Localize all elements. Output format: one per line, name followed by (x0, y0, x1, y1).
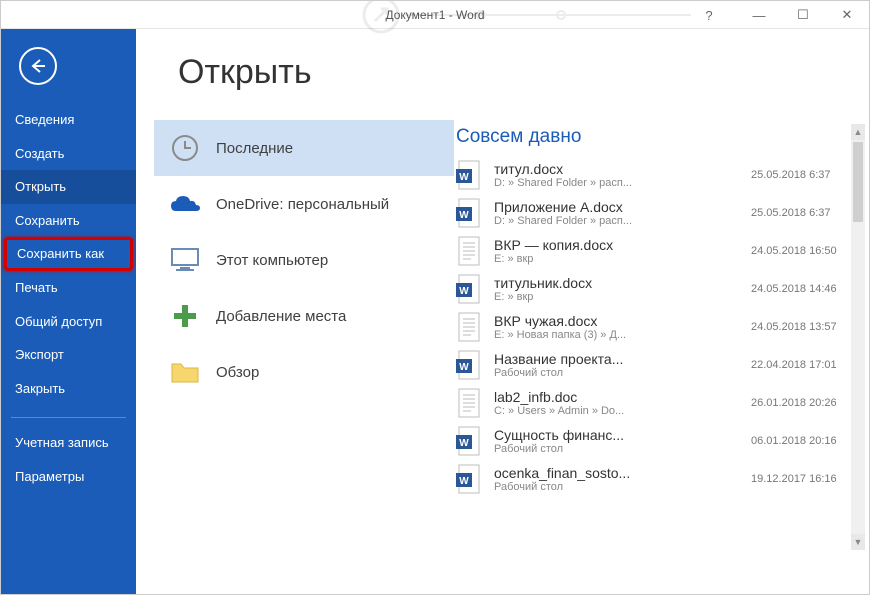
sidebar-item-1[interactable]: Создать (1, 137, 136, 171)
location-list: Последние OneDrive: персональный Этот комп… (154, 120, 454, 586)
file-path: D: » Shared Folder » расп... (494, 177, 743, 189)
word-docx-icon: W (456, 426, 484, 456)
onedrive-icon (168, 187, 202, 221)
file-name: ВКР — копия.docx (494, 237, 743, 253)
scroll-thumb[interactable] (853, 142, 863, 222)
computer-icon (168, 243, 202, 277)
file-date: 06.01.2018 20:16 (751, 435, 851, 447)
arrow-left-icon (28, 56, 48, 76)
file-name: Приложение А.docx (494, 199, 743, 215)
sidebar-item-8[interactable]: Закрыть (1, 372, 136, 406)
file-row-5[interactable]: W Название проекта...Рабочий стол 22.04.20… (454, 346, 851, 384)
location-label: Добавление места (216, 308, 346, 325)
word-docx-icon: W (456, 160, 484, 190)
file-row-2[interactable]: ВКР — копия.docxE: » вкр 24.05.2018 16:50 (454, 232, 851, 270)
sidebar-item-7[interactable]: Экспорт (1, 338, 136, 372)
plus-icon (168, 299, 202, 333)
file-date: 25.05.2018 6:37 (751, 207, 851, 219)
sidebar-item-5[interactable]: Печать (1, 271, 136, 305)
file-path: Рабочий стол (494, 367, 743, 379)
page-title: Открыть (178, 53, 869, 92)
word-docx-icon: W (456, 350, 484, 380)
file-date: 19.12.2017 16:16 (751, 473, 851, 485)
document-title: Документ1 - Word (385, 8, 484, 22)
backstage-main: Открыть Последние OneDrive: персональный Э… (136, 29, 869, 594)
document-icon (456, 236, 484, 266)
svg-text:W: W (459, 476, 469, 487)
clock-icon (168, 131, 202, 165)
file-row-1[interactable]: W Приложение А.docxD: » Shared Folder » р… (454, 194, 851, 232)
file-name: ocenka_finan_sosto... (494, 465, 743, 481)
file-date: 24.05.2018 16:50 (751, 245, 851, 257)
recent-file-list: Wтитул.docxD: » Shared Folder » расп...2… (454, 156, 851, 498)
sidebar-item-3[interactable]: Сохранить (1, 204, 136, 238)
folder-icon (168, 355, 202, 389)
file-name: титульник.docx (494, 275, 743, 291)
location-item-2[interactable]: Этот компьютер (154, 232, 454, 288)
file-path: C: » Users » Admin » Do... (494, 405, 743, 417)
svg-text:W: W (459, 362, 469, 373)
document-icon (456, 388, 484, 418)
sidebar-item-0[interactable]: Сведения (1, 103, 136, 137)
sidebar-item-2[interactable]: Открыть (1, 170, 136, 204)
file-name: Название проекта... (494, 351, 743, 367)
location-item-0[interactable]: Последние (154, 120, 454, 176)
scroll-up-arrow[interactable]: ▲ (851, 124, 865, 140)
document-icon (456, 312, 484, 342)
location-label: OneDrive: персональный (216, 196, 389, 213)
file-path: E: » вкр (494, 253, 743, 265)
file-path: E: » Новая папка (3) » Д... (494, 329, 743, 341)
svg-text:W: W (459, 210, 469, 221)
help-button[interactable]: ? (689, 8, 729, 23)
word-docx-icon: W (456, 274, 484, 304)
file-date: 24.05.2018 13:57 (751, 321, 851, 333)
back-button[interactable] (19, 47, 57, 85)
close-button[interactable]: ✕ (825, 1, 869, 29)
maximize-button[interactable]: ☐ (781, 1, 825, 29)
file-date: 25.05.2018 6:37 (751, 169, 851, 181)
location-label: Обзор (216, 364, 259, 381)
file-row-3[interactable]: Wтитульник.docxE: » вкр 24.05.2018 14:46 (454, 270, 851, 308)
file-row-8[interactable]: Wocenka_finan_sosto...Рабочий стол 19.12.… (454, 460, 851, 498)
file-path: D: » Shared Folder » расп... (494, 215, 743, 227)
sidebar-footer-item-0[interactable]: Учетная запись (1, 426, 136, 460)
svg-text:W: W (459, 172, 469, 183)
location-label: Этот компьютер (216, 252, 328, 269)
file-path: Рабочий стол (494, 443, 743, 455)
file-name: lab2_infb.doc (494, 389, 743, 405)
backstage-sidebar: СведенияСоздатьОткрытьСохранитьСохранить… (1, 29, 136, 594)
location-item-4[interactable]: Обзор (154, 344, 454, 400)
file-row-6[interactable]: lab2_infb.docC: » Users » Admin » Do... 2… (454, 384, 851, 422)
location-label: Последние (216, 140, 293, 157)
file-date: 26.01.2018 20:26 (751, 397, 851, 409)
file-name: ВКР чужая.docx (494, 313, 743, 329)
files-section-heading: Совсем давно (456, 126, 851, 148)
scroll-down-arrow[interactable]: ▼ (851, 534, 865, 550)
scrollbar-vertical[interactable]: ▲ ▼ (851, 124, 865, 550)
file-row-7[interactable]: W Сущность финанс...Рабочий стол 06.01.201… (454, 422, 851, 460)
file-row-0[interactable]: Wтитул.docxD: » Shared Folder » расп... 2… (454, 156, 851, 194)
file-name: Сущность финанс... (494, 427, 743, 443)
sidebar-item-6[interactable]: Общий доступ (1, 305, 136, 339)
sidebar-footer-item-1[interactable]: Параметры (1, 460, 136, 494)
file-path: E: » вкр (494, 291, 743, 303)
svg-text:W: W (459, 286, 469, 297)
word-docx-icon: W (456, 198, 484, 228)
svg-text:W: W (459, 438, 469, 449)
recent-files-pane: Совсем давно Wтитул.docxD: » Shared Fold… (454, 120, 869, 586)
file-path: Рабочий стол (494, 481, 743, 493)
location-item-3[interactable]: Добавление места (154, 288, 454, 344)
location-item-1[interactable]: OneDrive: персональный (154, 176, 454, 232)
word-docx-icon: W (456, 464, 484, 494)
file-date: 22.04.2018 17:01 (751, 359, 851, 371)
minimize-button[interactable]: — (737, 1, 781, 29)
file-date: 24.05.2018 14:46 (751, 283, 851, 295)
sidebar-separator (11, 417, 126, 418)
window-controls: ? — ☐ ✕ (689, 1, 869, 29)
file-name: титул.docx (494, 161, 743, 177)
sidebar-item-4[interactable]: Сохранить как (4, 237, 133, 271)
title-bar: Документ1 - Word ? — ☐ ✕ (1, 1, 869, 29)
file-row-4[interactable]: ВКР чужая.docxE: » Новая папка (3) » Д..… (454, 308, 851, 346)
